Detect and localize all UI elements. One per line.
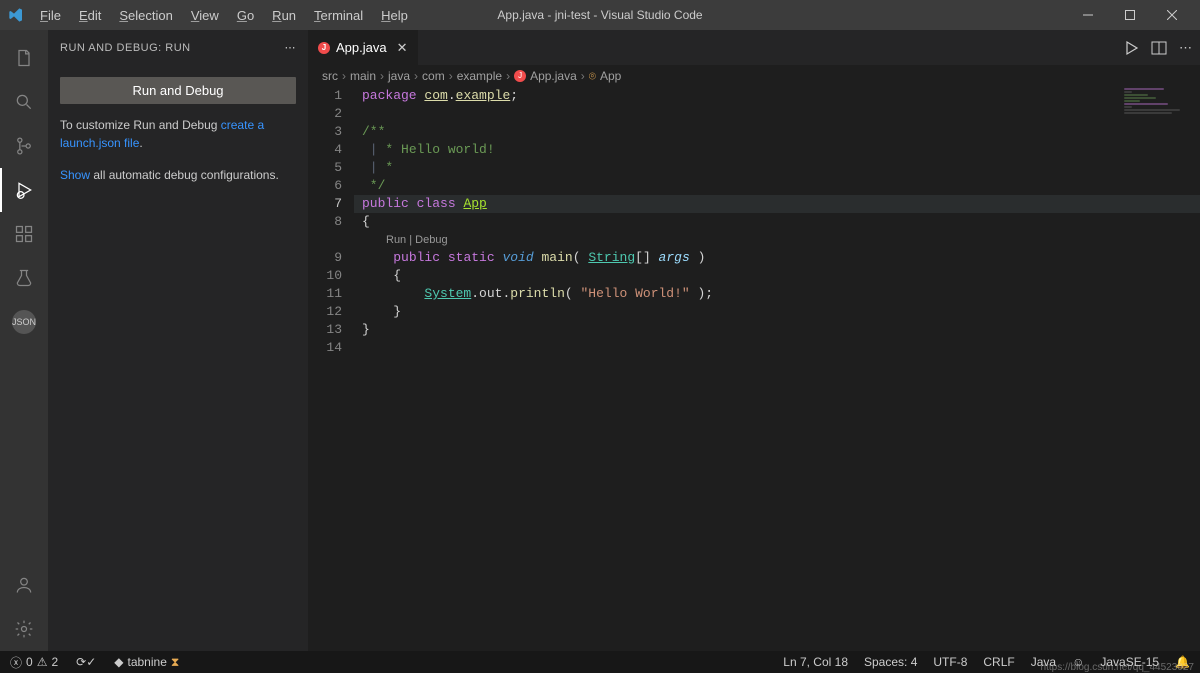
- crumb[interactable]: App: [600, 69, 621, 83]
- titlebar: FFileile EEditdit SSelectionelection VVi…: [0, 0, 1200, 30]
- hourglass-icon: ⧗: [171, 655, 179, 670]
- sync-icon: ⟳✓: [76, 655, 96, 669]
- sidebar: RUN AND DEBUG: RUN ⋯ Run and Debug To cu…: [48, 30, 308, 651]
- maximize-button[interactable]: [1110, 1, 1150, 29]
- status-cursor[interactable]: Ln 7, Col 18: [779, 655, 852, 669]
- show-link[interactable]: Show: [60, 168, 90, 182]
- status-indent[interactable]: Spaces: 4: [860, 655, 921, 669]
- menu-edit[interactable]: EEditdit: [71, 4, 109, 27]
- activity-bar: JSON: [0, 30, 48, 651]
- explorer-icon[interactable]: [0, 36, 48, 80]
- menu-selection[interactable]: SSelectionelection: [111, 4, 180, 27]
- close-button[interactable]: [1152, 1, 1192, 29]
- crumb[interactable]: App.java: [530, 69, 577, 83]
- menu-file[interactable]: FFileile: [32, 4, 69, 27]
- breadcrumbs: src› main› java› com› example› J App.jav…: [308, 65, 1200, 87]
- sidebar-header: RUN AND DEBUG: RUN ⋯: [48, 30, 308, 65]
- vscode-logo-icon: [8, 7, 24, 23]
- crumb[interactable]: main: [350, 69, 376, 83]
- show-config-text: Show all automatic debug configurations.: [60, 166, 296, 184]
- crumb[interactable]: example: [457, 69, 502, 83]
- status-tabnine[interactable]: ◆tabnine ⧗: [110, 651, 183, 673]
- tab-bar: J App.java ✕ ⋯: [308, 30, 1200, 65]
- minimap[interactable]: [1120, 87, 1200, 127]
- java-file-icon: J: [514, 70, 526, 82]
- source-control-icon[interactable]: [0, 124, 48, 168]
- codelens-run[interactable]: Run: [386, 234, 406, 246]
- status-feedback-icon[interactable]: ☺: [1068, 655, 1088, 669]
- tab-close-icon[interactable]: ✕: [397, 40, 408, 56]
- settings-gear-icon[interactable]: [0, 607, 48, 651]
- status-problems[interactable]: ⓧ0 ⚠2: [6, 651, 62, 673]
- menu-run[interactable]: RRunun: [264, 4, 304, 27]
- run-debug-icon[interactable]: [0, 168, 48, 212]
- error-icon: ⓧ: [10, 654, 22, 671]
- crumb[interactable]: com: [422, 69, 445, 83]
- run-and-debug-button[interactable]: Run and Debug: [60, 77, 296, 104]
- sidebar-title: RUN AND DEBUG: RUN: [60, 42, 191, 54]
- line-gutter: 1234567891011121314: [308, 87, 354, 651]
- menu-help[interactable]: HHelpelp: [373, 4, 416, 27]
- menu-terminal[interactable]: TTerminalerminal: [306, 4, 371, 27]
- crumb[interactable]: java: [388, 69, 410, 83]
- status-sync[interactable]: ⟳✓: [72, 651, 100, 673]
- extensions-icon[interactable]: [0, 212, 48, 256]
- json-icon[interactable]: JSON: [12, 310, 36, 334]
- tab-app-java[interactable]: J App.java ✕: [308, 30, 419, 65]
- tabnine-icon: ◆: [114, 655, 123, 669]
- sidebar-more-icon[interactable]: ⋯: [285, 41, 297, 54]
- status-language[interactable]: Java: [1027, 655, 1060, 669]
- more-actions-icon[interactable]: ⋯: [1179, 40, 1192, 56]
- minimize-button[interactable]: [1068, 1, 1108, 29]
- editor-region: J App.java ✕ ⋯ src› main› java› com› exa…: [308, 30, 1200, 651]
- java-file-icon: J: [318, 42, 330, 54]
- search-icon[interactable]: [0, 80, 48, 124]
- warning-icon: ⚠: [37, 655, 48, 669]
- customize-text: To customize Run and Debug create a laun…: [60, 116, 296, 152]
- status-notifications-icon[interactable]: 🔔: [1171, 655, 1194, 669]
- code-editor[interactable]: 1234567891011121314 package com.example;…: [308, 87, 1200, 651]
- testing-icon[interactable]: [0, 256, 48, 300]
- status-jdk[interactable]: JavaSE-15: [1096, 655, 1163, 669]
- split-editor-icon[interactable]: [1151, 40, 1167, 56]
- editor-actions: ⋯: [1115, 30, 1200, 65]
- codelens-debug[interactable]: Debug: [415, 234, 447, 246]
- run-file-icon[interactable]: [1123, 40, 1139, 56]
- tab-label: App.java: [336, 40, 387, 55]
- accounts-icon[interactable]: [0, 563, 48, 607]
- crumb[interactable]: src: [322, 69, 338, 83]
- menu-view[interactable]: VViewiew: [183, 4, 227, 27]
- menu-go[interactable]: GGoo: [229, 4, 262, 27]
- code-content[interactable]: package com.example; /** | * Hello world…: [354, 87, 1200, 651]
- window-title: App.java - jni-test - Visual Studio Code: [497, 8, 702, 22]
- menu-bar: FFileile EEditdit SSelectionelection VVi…: [32, 4, 416, 27]
- status-eol[interactable]: CRLF: [979, 655, 1018, 669]
- status-bar: ⓧ0 ⚠2 ⟳✓ ◆tabnine ⧗ Ln 7, Col 18 Spaces:…: [0, 651, 1200, 673]
- codelens: Run | Debug: [354, 231, 1200, 249]
- window-controls: [1068, 1, 1192, 29]
- class-icon: ⌾: [589, 69, 596, 84]
- status-encoding[interactable]: UTF-8: [929, 655, 971, 669]
